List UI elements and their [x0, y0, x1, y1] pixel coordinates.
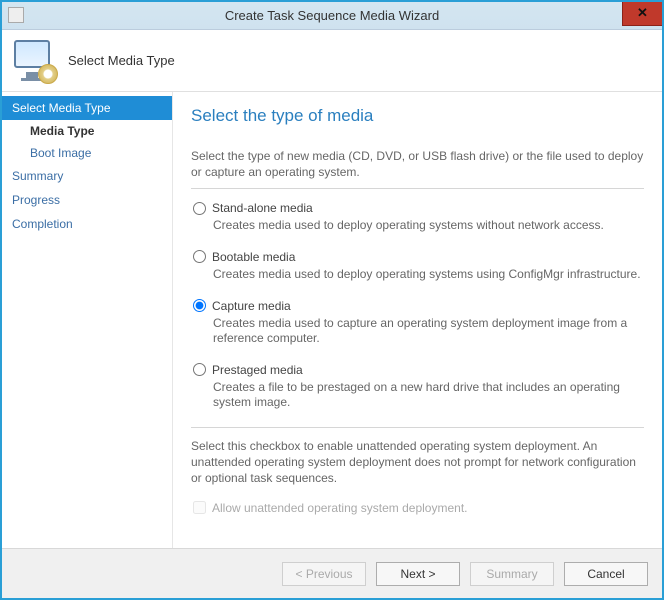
desc-bootable: Creates media used to deploy operating s… [213, 267, 644, 283]
previous-button: < Previous [282, 562, 366, 586]
radio-standalone[interactable] [193, 202, 206, 215]
sidebar-substep-media-type[interactable]: Media Type [2, 120, 172, 142]
header-title: Select Media Type [68, 53, 175, 68]
radio-bootable[interactable] [193, 250, 206, 263]
desc-standalone: Creates media used to deploy operating s… [213, 218, 644, 234]
sidebar-step-completion[interactable]: Completion [2, 212, 172, 236]
sidebar-substep-boot-image[interactable]: Boot Image [2, 142, 172, 164]
desc-capture: Creates media used to capture an operati… [213, 316, 644, 347]
sidebar-step-select-media-type[interactable]: Select Media Type [2, 96, 172, 120]
option-bootable: Bootable media Creates media used to dep… [193, 250, 644, 283]
divider [191, 427, 644, 428]
option-prestaged: Prestaged media Creates a file to be pre… [193, 363, 644, 411]
label-unattended: Allow unattended operating system deploy… [212, 501, 468, 515]
option-capture: Capture media Creates media used to capt… [193, 299, 644, 347]
sidebar-step-progress[interactable]: Progress [2, 188, 172, 212]
sidebar-step-summary[interactable]: Summary [2, 164, 172, 188]
window-title: Create Task Sequence Media Wizard [225, 8, 439, 23]
wizard-sidebar: Select Media Type Media Type Boot Image … [2, 92, 172, 548]
wizard-body: Select Media Type Media Type Boot Image … [2, 92, 662, 548]
label-capture: Capture media [212, 299, 291, 313]
wizard-content: Select the type of media Select the type… [172, 92, 662, 548]
label-prestaged: Prestaged media [212, 363, 303, 377]
wizard-header: Select Media Type [2, 30, 662, 92]
next-button[interactable]: Next > [376, 562, 460, 586]
radio-prestaged[interactable] [193, 363, 206, 376]
checkbox-unattended [193, 501, 206, 514]
summary-button: Summary [470, 562, 554, 586]
label-standalone: Stand-alone media [212, 201, 313, 215]
radio-capture[interactable] [193, 299, 206, 312]
content-title: Select the type of media [191, 106, 644, 126]
titlebar[interactable]: Create Task Sequence Media Wizard ✕ [2, 2, 662, 30]
cancel-button[interactable]: Cancel [564, 562, 648, 586]
unattended-note: Select this checkbox to enable unattende… [191, 438, 644, 487]
unattended-row: Allow unattended operating system deploy… [193, 501, 644, 515]
wizard-footer: < Previous Next > Summary Cancel [2, 548, 662, 598]
content-intro: Select the type of new media (CD, DVD, o… [191, 148, 644, 180]
wizard-window: Create Task Sequence Media Wizard ✕ Sele… [0, 0, 664, 600]
label-bootable: Bootable media [212, 250, 295, 264]
close-button[interactable]: ✕ [622, 2, 662, 26]
option-standalone: Stand-alone media Creates media used to … [193, 201, 644, 234]
app-icon [8, 7, 24, 23]
media-wizard-icon [14, 40, 56, 82]
desc-prestaged: Creates a file to be prestaged on a new … [213, 380, 644, 411]
divider [191, 188, 644, 189]
